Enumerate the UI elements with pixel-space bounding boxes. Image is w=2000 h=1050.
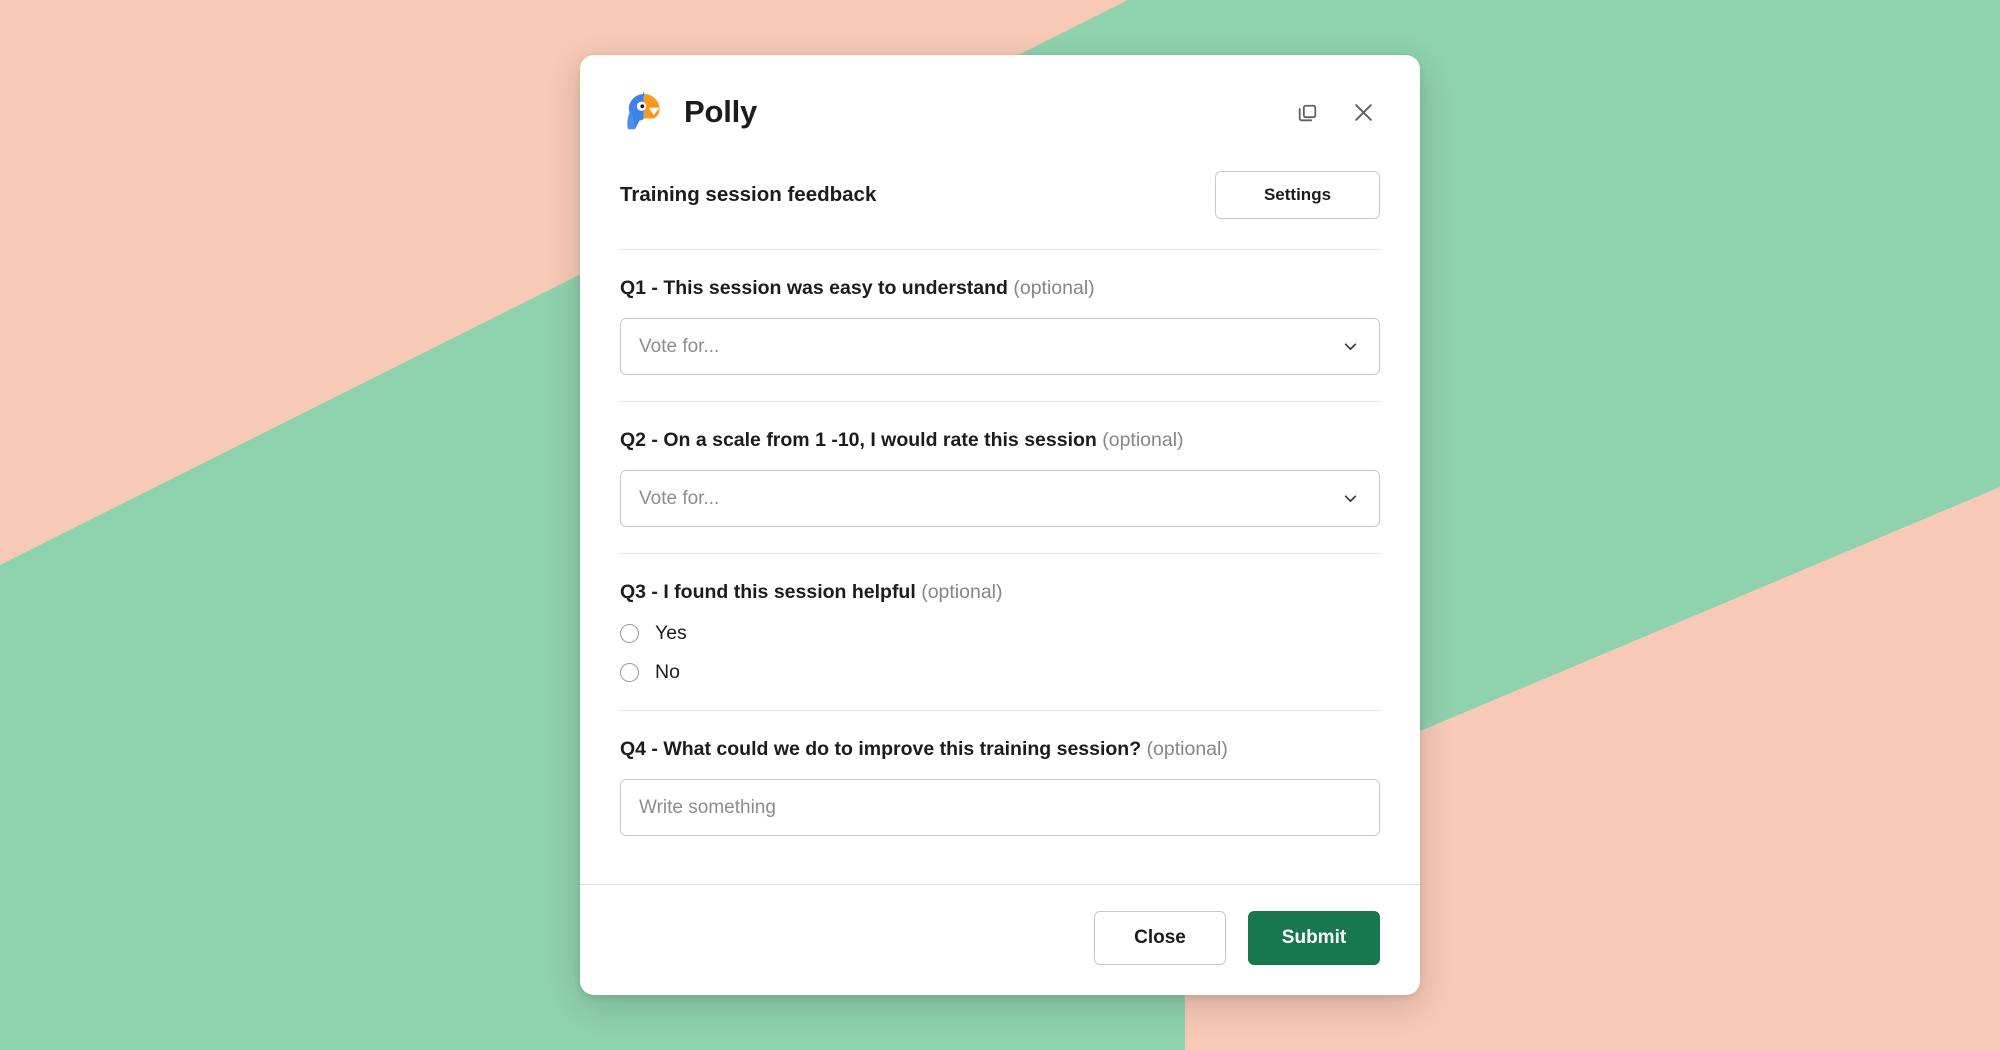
question-block-q2: Q2 - On a scale from 1 -10, I would rate… — [620, 402, 1380, 553]
question-label-q2: Q2 - On a scale from 1 -10, I would rate… — [620, 429, 1380, 452]
question-block-q4: Q4 - What could we do to improve this tr… — [620, 711, 1380, 862]
radio-label-yes: Yes — [655, 622, 687, 644]
close-action-button[interactable]: Close — [1094, 911, 1226, 965]
radio-label-no: No — [655, 661, 680, 683]
duplicate-icon — [1298, 104, 1316, 121]
dialog-header: Polly — [580, 55, 1420, 135]
dialog-body: Training session feedback Settings Q1 - … — [580, 135, 1420, 884]
duplicate-button[interactable] — [1290, 95, 1324, 129]
optional-tag-q2: (optional) — [1102, 429, 1184, 451]
free-text-input-q4[interactable] — [620, 779, 1380, 836]
question-block-q3: Q3 - I found this session helpful (optio… — [620, 554, 1380, 710]
optional-tag-q1: (optional) — [1013, 277, 1095, 299]
app-title: Polly — [684, 94, 758, 129]
poll-title-row: Training session feedback Settings — [620, 135, 1380, 249]
question-label-q1: Q1 - This session was easy to understand… — [620, 277, 1380, 300]
settings-button[interactable]: Settings — [1215, 171, 1380, 219]
question-text-q3: Q3 - I found this session helpful — [620, 581, 916, 603]
brand: Polly — [620, 89, 757, 135]
question-text-q4: Q4 - What could we do to improve this tr… — [620, 738, 1142, 760]
chevron-down-icon — [1340, 336, 1361, 357]
question-text-q2: Q2 - On a scale from 1 -10, I would rate… — [620, 429, 1097, 451]
radio-button-icon — [620, 624, 639, 643]
question-label-q4: Q4 - What could we do to improve this tr… — [620, 738, 1380, 761]
poll-title: Training session feedback — [620, 183, 877, 206]
header-actions — [1290, 95, 1380, 129]
submit-button[interactable]: Submit — [1248, 911, 1380, 965]
vote-select-placeholder-q2: Vote for... — [639, 487, 720, 509]
optional-tag-q3: (optional) — [921, 581, 1003, 603]
close-icon — [1354, 103, 1372, 121]
question-label-q3: Q3 - I found this session helpful (optio… — [620, 581, 1380, 604]
radio-option-no[interactable]: No — [620, 661, 1380, 684]
vote-select-q2[interactable]: Vote for... — [620, 470, 1380, 527]
polly-modal-dialog: Polly Training session feedback Settings — [580, 55, 1420, 995]
polly-parrot-logo — [627, 91, 660, 130]
vote-select-placeholder-q1: Vote for... — [639, 335, 720, 357]
vote-select-q1[interactable]: Vote for... — [620, 318, 1380, 375]
question-block-q1: Q1 - This session was easy to understand… — [620, 250, 1380, 401]
radio-option-yes[interactable]: Yes — [620, 622, 1380, 645]
radio-button-icon — [620, 663, 639, 682]
dialog-footer: Close Submit — [580, 884, 1420, 995]
question-text-q1: Q1 - This session was easy to understand — [620, 277, 1008, 299]
close-button[interactable] — [1346, 95, 1380, 129]
chevron-down-icon — [1340, 488, 1361, 509]
optional-tag-q4: (optional) — [1146, 738, 1228, 760]
